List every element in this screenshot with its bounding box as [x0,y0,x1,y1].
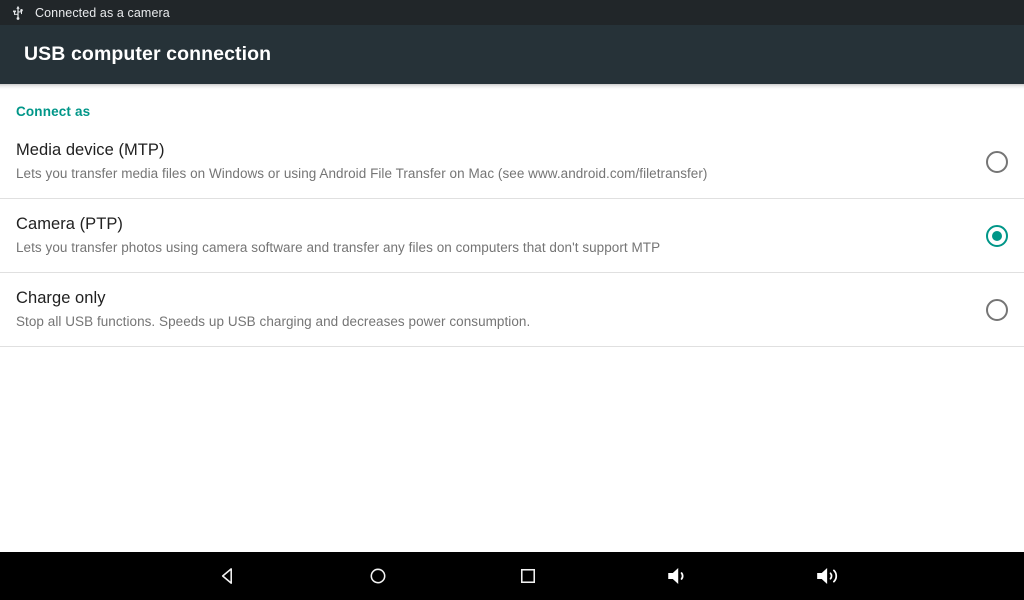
radio-button-mtp[interactable] [986,150,1008,173]
volume-down-icon [665,563,691,589]
option-row-charge-only[interactable]: Charge only Stop all USB functions. Spee… [0,273,1024,347]
option-description-mtp: Lets you transfer media files on Windows… [16,166,708,182]
option-description-ptp: Lets you transfer photos using camera so… [16,240,661,256]
status-bar-text: Connected as a camera [35,5,170,20]
radio-button-charge-only[interactable] [986,298,1008,321]
nav-volume-down-button[interactable] [648,552,708,600]
nav-home-button[interactable] [348,552,408,600]
android-screen: Connected as a camera USB computer conne… [0,0,1024,600]
option-title-charge-only: Charge only [16,288,106,307]
option-text-ptp: Camera (PTP) Lets you transfer photos us… [16,214,986,258]
volume-up-icon [815,563,841,589]
nav-volume-up-button[interactable] [798,552,858,600]
option-title-mtp: Media device (MTP) [16,140,165,159]
page-title: USB computer connection [24,43,272,65]
radio-button-ptp[interactable] [986,224,1008,247]
recents-icon [517,565,539,587]
nav-back-button[interactable] [198,552,258,600]
settings-content: Connect as Media device (MTP) Lets you t… [0,90,1024,552]
action-bar: USB computer connection [0,25,1024,84]
option-text-charge-only: Charge only Stop all USB functions. Spee… [16,288,986,332]
back-icon [217,565,239,587]
option-title-ptp: Camera (PTP) [16,214,123,233]
nav-recents-button[interactable] [498,552,558,600]
option-text-mtp: Media device (MTP) Lets you transfer med… [16,140,986,184]
option-row-ptp[interactable]: Camera (PTP) Lets you transfer photos us… [0,199,1024,273]
connection-mode-radio-group: Media device (MTP) Lets you transfer med… [0,125,1024,347]
usb-icon [10,5,26,21]
section-header-connect-as: Connect as [16,104,91,119]
status-bar: Connected as a camera [0,0,1024,25]
home-icon [367,565,389,587]
navigation-bar [0,552,1024,600]
option-row-mtp[interactable]: Media device (MTP) Lets you transfer med… [0,125,1024,199]
option-description-charge-only: Stop all USB functions. Speeds up USB ch… [16,314,531,330]
radio-dot-ptp [992,230,1002,241]
